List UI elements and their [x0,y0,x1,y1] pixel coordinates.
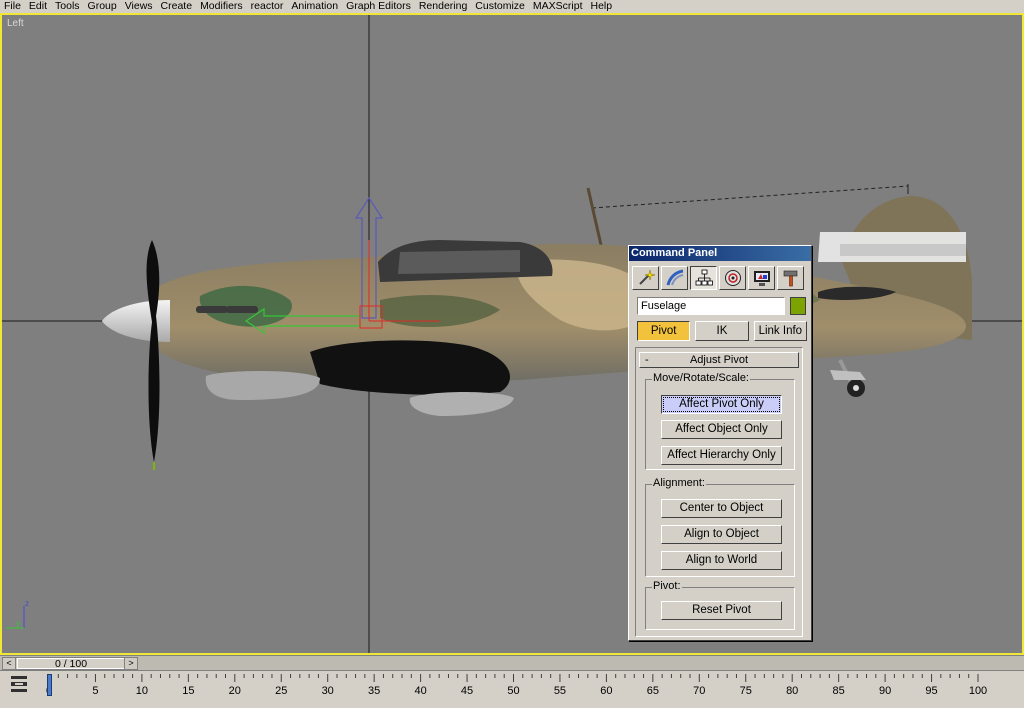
ruler-tick-label: 75 [739,685,752,697]
menu-help[interactable]: Help [587,0,617,13]
ruler-tick-label: 20 [228,685,241,697]
ruler-tick-label: 100 [968,685,988,697]
ruler-tick-label: 40 [414,685,427,697]
ruler-tick-label: 45 [460,685,474,697]
menu-edit[interactable]: Edit [25,0,51,13]
menu-maxscript[interactable]: MAXScript [529,0,587,13]
align-to-world-button[interactable]: Align to World [661,551,782,570]
affect-hierarchy-only-button[interactable]: Affect Hierarchy Only [661,446,782,465]
adjust-pivot-rollout: - Adjust Pivot Move/Rotate/Scale: Affect… [635,347,803,637]
menu-customize[interactable]: Customize [471,0,529,13]
object-name-field[interactable]: Fuselage [637,297,785,315]
bend-icon [666,269,683,286]
time-slider-thumb[interactable]: 0 / 100 [17,658,125,669]
move-rotate-scale-group: Move/Rotate/Scale: Affect Pivot Only Aff… [645,372,795,470]
next-frame-button[interactable]: > [124,658,137,669]
motion-icon [724,270,741,286]
menu-modifiers[interactable]: Modifiers [196,0,247,13]
ruler-tick-label: 80 [786,685,799,697]
rollout-header[interactable]: - Adjust Pivot [639,352,799,368]
ruler-tick-label: 50 [507,685,520,697]
spinner [102,300,170,342]
ruler-tick-label: 30 [321,685,334,697]
reset-pivot-button[interactable]: Reset Pivot [661,601,782,620]
left-viewport[interactable]: Left z y [0,13,1024,655]
tab-motion[interactable] [719,266,746,290]
menu-views[interactable]: Views [121,0,157,13]
ik-button[interactable]: IK [695,321,749,341]
svg-text:y: y [16,619,20,628]
rollout-title: Adjust Pivot [689,354,749,366]
ruler-tick-label: 90 [878,685,892,697]
center-to-object-button[interactable]: Center to Object [661,499,782,518]
propeller [146,240,160,462]
group-label: Move/Rotate/Scale: [652,372,750,384]
ruler-tick-label: 55 [553,685,567,697]
frame-ruler[interactable]: 0510152025303540455055606570758085909510… [44,674,1020,700]
key-filters-icon[interactable] [10,675,28,693]
ruler-tick-label: 60 [600,685,613,697]
command-panel: Command Panel Fuselage Pivot IK Link Inf… [628,245,812,641]
ruler-tick-label: 70 [693,685,706,697]
menu-reactor[interactable]: reactor [247,0,288,13]
ruler-tick-label: 15 [182,685,195,697]
command-panel-title[interactable]: Command Panel [629,246,811,261]
affect-pivot-only-button[interactable]: Affect Pivot Only [661,395,782,414]
menu-rendering[interactable]: Rendering [415,0,471,13]
hierarchy-subtabs: Pivot IK Link Info [637,321,807,341]
time-slider[interactable]: < 0 / 100 > [2,657,138,670]
menu-group[interactable]: Group [84,0,121,13]
previous-frame-button[interactable]: < [3,658,16,669]
pivot-button[interactable]: Pivot [637,321,691,341]
ruler-tick-label: 25 [275,685,288,697]
ruler-tick-label: 35 [368,685,381,697]
ruler-tick-label: 65 [646,685,659,697]
pivot-group: Pivot: Reset Pivot [645,580,795,630]
ruler-tick-label: 85 [832,685,845,697]
tab-hierarchy[interactable] [690,266,717,290]
viewport-scene: z y [2,15,1022,653]
tab-display[interactable] [748,266,775,290]
affect-object-only-button[interactable]: Affect Object Only [661,420,782,439]
svg-text:z: z [25,599,29,608]
track-bar: 0510152025303540455055606570758085909510… [0,670,1024,708]
hammer-icon [783,270,797,287]
menu-animation[interactable]: Animation [287,0,342,13]
menu-bar: File Edit Tools Group Views Create Modifiers re… [0,0,1024,13]
command-panel-tabs [632,266,808,290]
tab-create[interactable] [632,266,659,290]
ruler-tick-label: 95 [925,685,938,697]
menu-graph-editors[interactable]: Graph Editors [342,0,415,13]
object-color-swatch[interactable] [790,297,806,315]
ruler-tick-label: 5 [92,685,99,697]
hierarchy-icon [695,269,713,286]
menu-tools[interactable]: Tools [51,0,84,13]
group-label: Alignment: [652,477,706,489]
antenna-wire [591,185,909,209]
time-slider-bar: < 0 / 100 > [0,655,1024,670]
tab-modify[interactable] [661,266,688,290]
align-to-object-button[interactable]: Align to Object [661,525,782,544]
menu-create[interactable]: Create [157,0,197,13]
group-label: Pivot: [652,580,682,592]
tab-utilities[interactable] [777,266,804,290]
axis-tripod: z y [6,599,29,629]
rollout-collapse-toggle[interactable]: - [645,353,649,367]
wand-icon [638,269,655,285]
ruler-tick-label: 10 [135,685,149,697]
menu-file[interactable]: File [0,0,25,13]
link-info-button[interactable]: Link Info [753,321,807,341]
alignment-group: Alignment: Center to Object Align to Obj… [645,477,795,577]
display-icon [753,271,770,286]
current-frame-marker[interactable] [47,674,52,696]
